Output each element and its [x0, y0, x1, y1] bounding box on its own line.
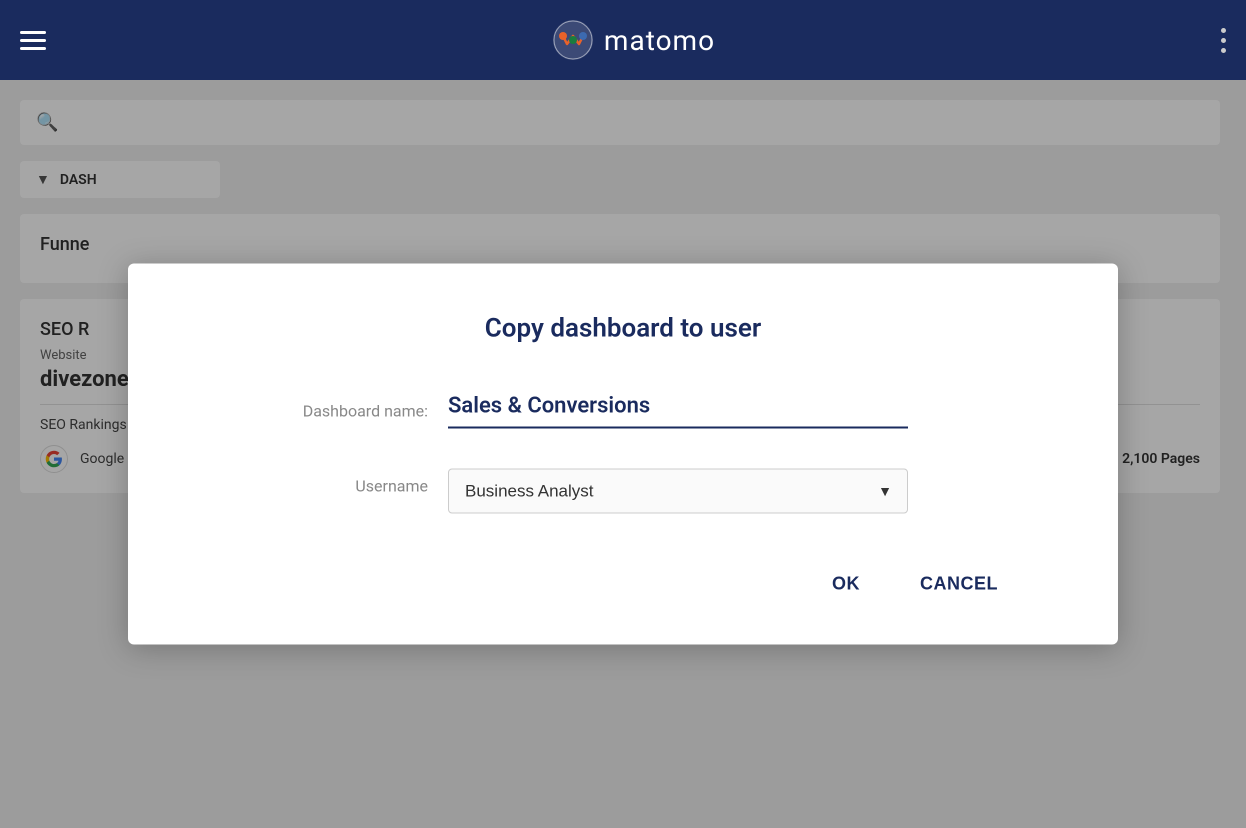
dashboard-name-label: Dashboard name:	[228, 394, 428, 421]
dashboard-name-row: Dashboard name: Sales & Conversions	[228, 394, 1018, 429]
copy-dashboard-modal: Copy dashboard to user Dashboard name: S…	[128, 264, 1118, 645]
logo: matomo	[552, 19, 715, 61]
more-options-button[interactable]	[1221, 28, 1226, 53]
username-select[interactable]: Business Analyst Admin Marketing Manager…	[448, 469, 908, 514]
cancel-button[interactable]: CANCEL	[900, 564, 1018, 605]
modal-title: Copy dashboard to user	[188, 314, 1058, 344]
modal-form: Dashboard name: Sales & Conversions User…	[188, 394, 1058, 514]
ok-button[interactable]: OK	[812, 564, 880, 605]
navbar: matomo	[0, 0, 1246, 80]
username-row: Username Business Analyst Admin Marketin…	[228, 469, 1018, 514]
username-select-wrapper[interactable]: Business Analyst Admin Marketing Manager…	[448, 469, 908, 514]
content-area: 🔍 ▼ DASH Funne SEO R Website divezone SE…	[0, 80, 1246, 828]
username-label: Username	[228, 469, 428, 496]
modal-actions: OK CANCEL	[188, 564, 1058, 605]
brand-name: matomo	[604, 24, 715, 57]
hamburger-menu[interactable]	[20, 31, 46, 50]
matomo-logo-icon	[552, 19, 594, 61]
username-field-container: Business Analyst Admin Marketing Manager…	[448, 469, 908, 514]
dashboard-name-field: Sales & Conversions	[448, 394, 908, 429]
dashboard-name-value: Sales & Conversions	[448, 394, 908, 429]
